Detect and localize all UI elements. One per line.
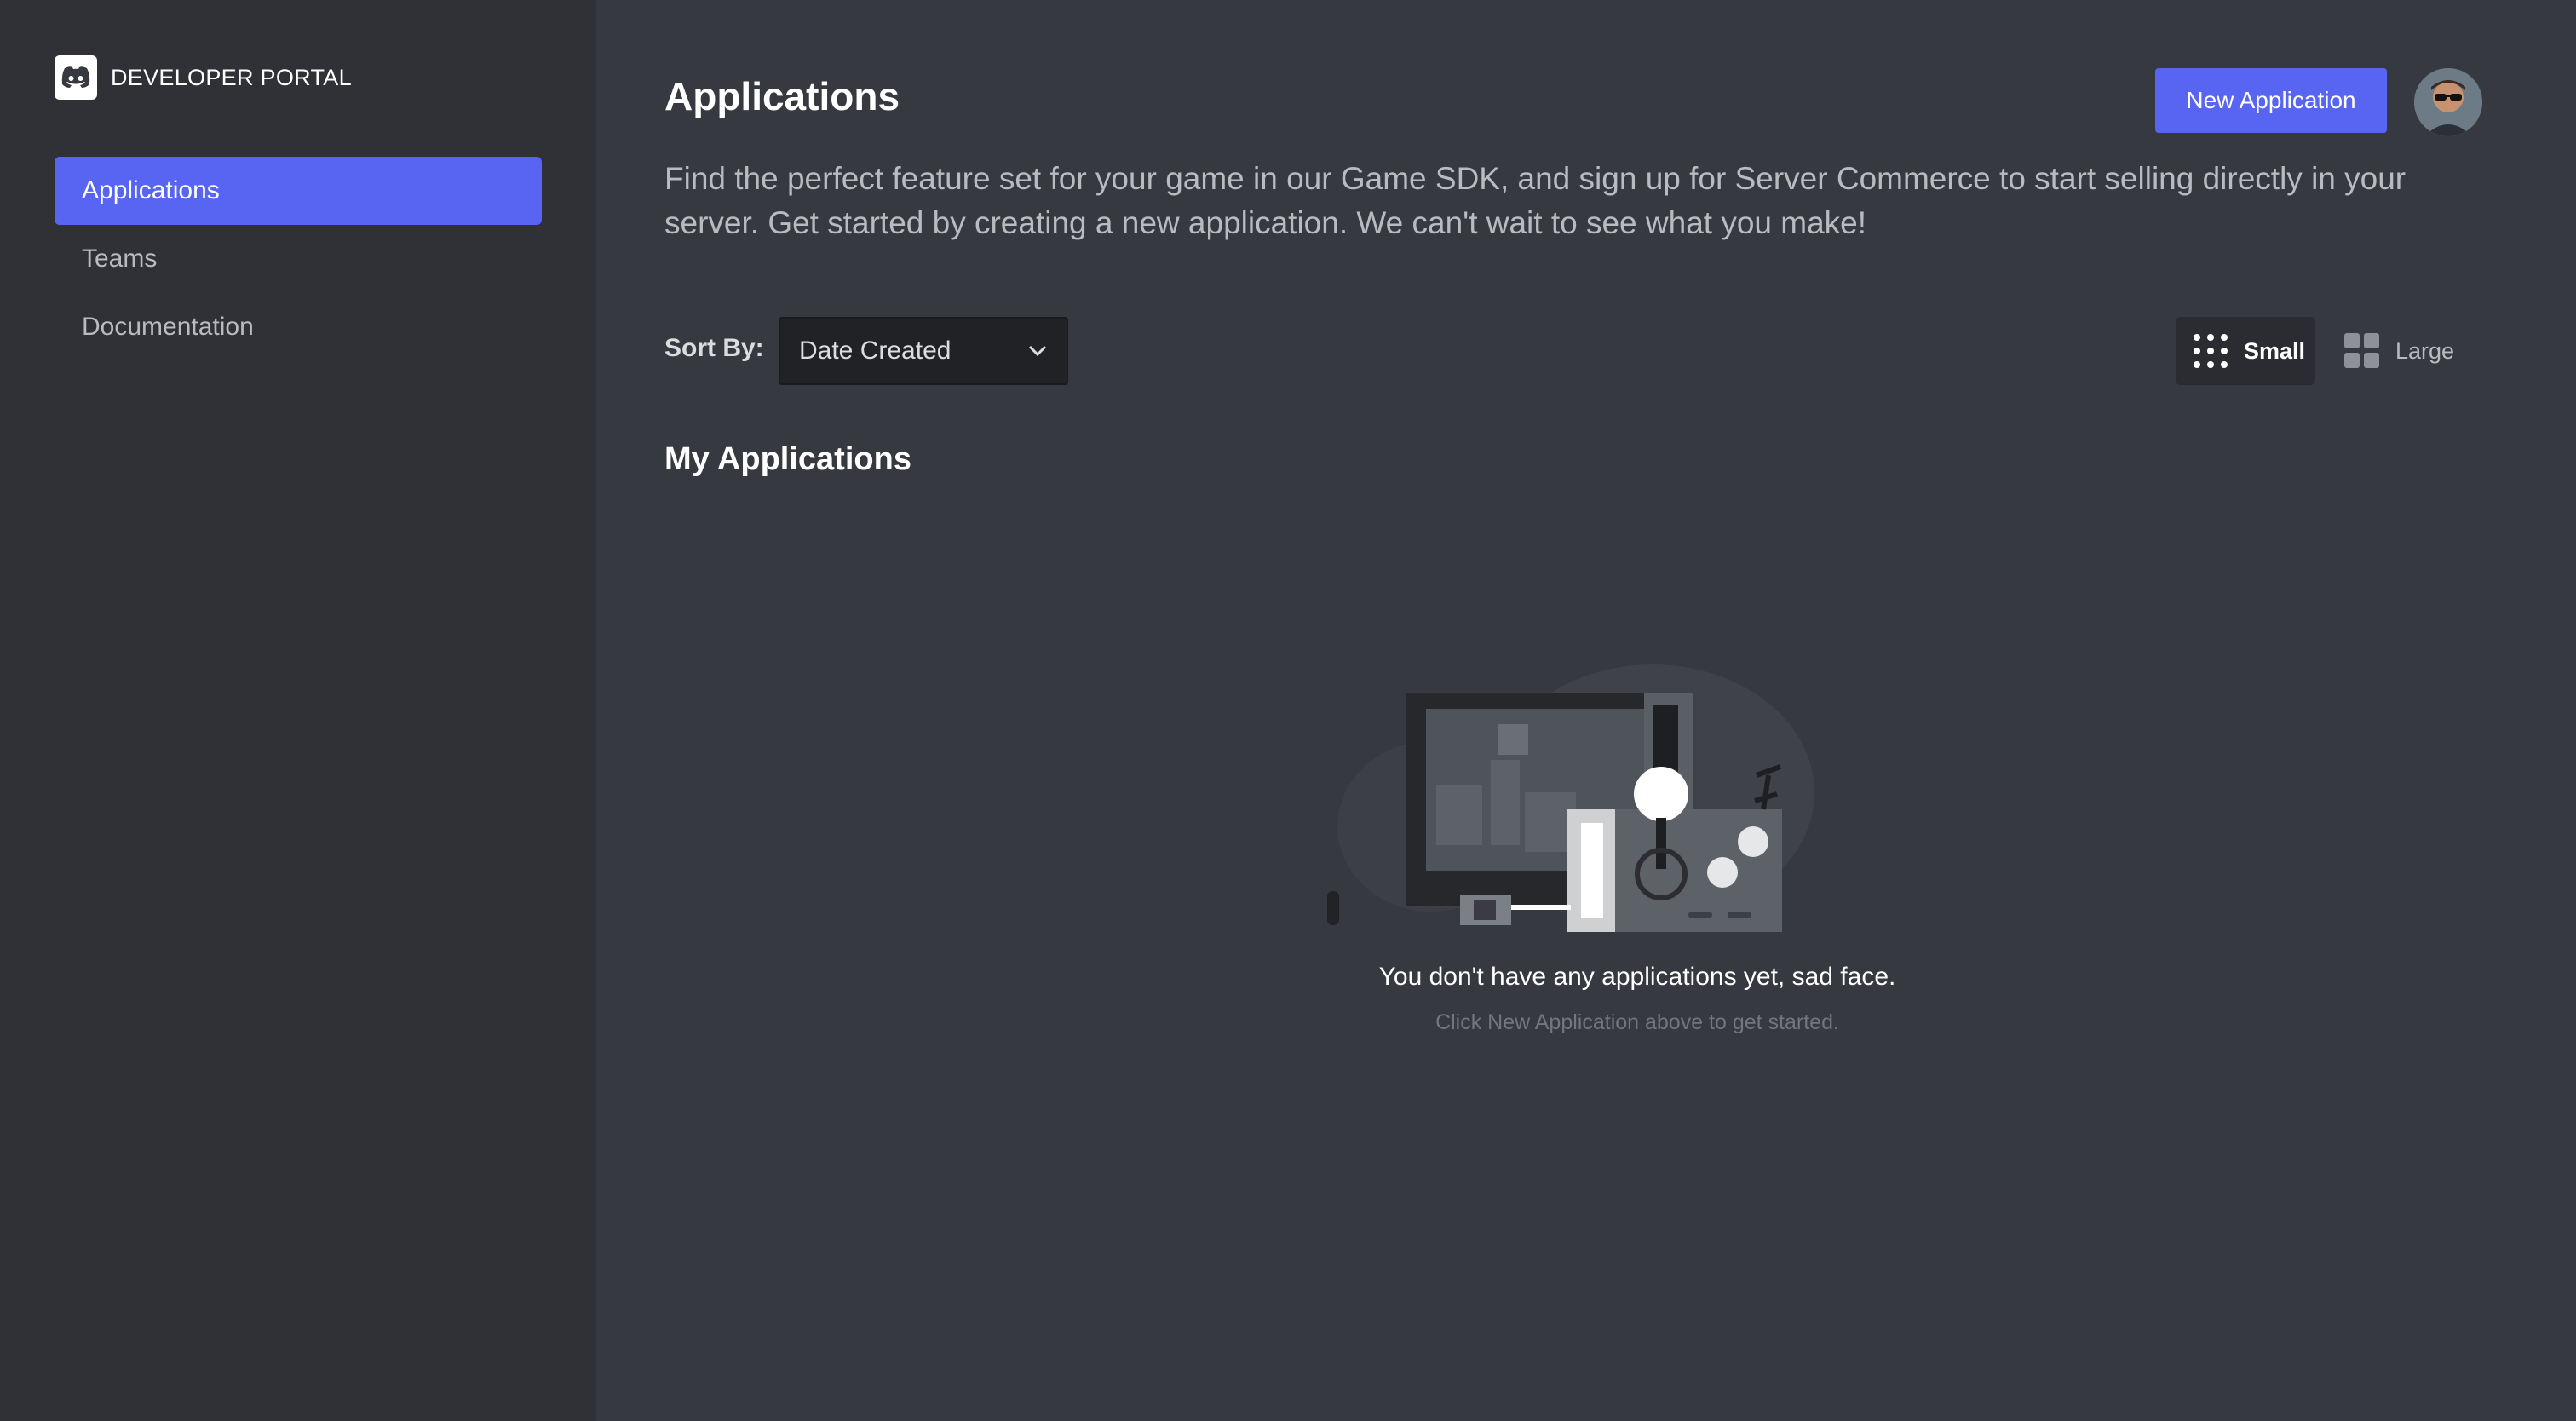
new-application-button[interactable]: New Application [2155,68,2387,133]
brand[interactable]: DEVELOPER PORTAL [55,53,542,102]
user-avatar[interactable] [2414,68,2482,136]
sidebar-nav: Applications Teams Documentation [55,157,542,361]
app-root: DEVELOPER PORTAL Applications Teams Docu… [0,0,2576,1421]
view-large-toggle[interactable]: Large [2331,317,2470,385]
sidebar-item-applications[interactable]: Applications [55,157,542,225]
view-small-label: Small [2244,337,2306,364]
discord-logo-icon [55,55,97,100]
page-description: Find the perfect feature set for your ga… [664,161,2406,240]
sort-label: Sort By: [664,334,764,362]
view-small-toggle[interactable]: Small [2176,317,2315,385]
squares-grid-icon [2344,333,2379,368]
sidebar-item-documentation[interactable]: Documentation [55,293,542,361]
empty-state-title: You don't have any applications yet, sad… [1378,963,1896,991]
page-title: Applications [664,74,900,118]
sort-selected-value: Date Created [799,337,952,365]
sort-dropdown[interactable]: Date Created [779,317,1068,385]
empty-state-illustration [1327,664,1814,932]
sidebar-item-teams[interactable]: Teams [55,225,542,293]
my-applications-heading: My Applications [664,441,911,477]
chevron-down-icon [1028,345,1047,357]
empty-state-subtitle: Click New Application above to get start… [1435,1010,1839,1034]
sidebar: DEVELOPER PORTAL Applications Teams Docu… [0,0,596,1421]
main-content: Applications New Application Find the pe… [596,0,2576,1421]
dots-grid-icon [2194,334,2228,368]
brand-title: DEVELOPER PORTAL [111,64,352,90]
view-large-label: Large [2395,337,2455,364]
